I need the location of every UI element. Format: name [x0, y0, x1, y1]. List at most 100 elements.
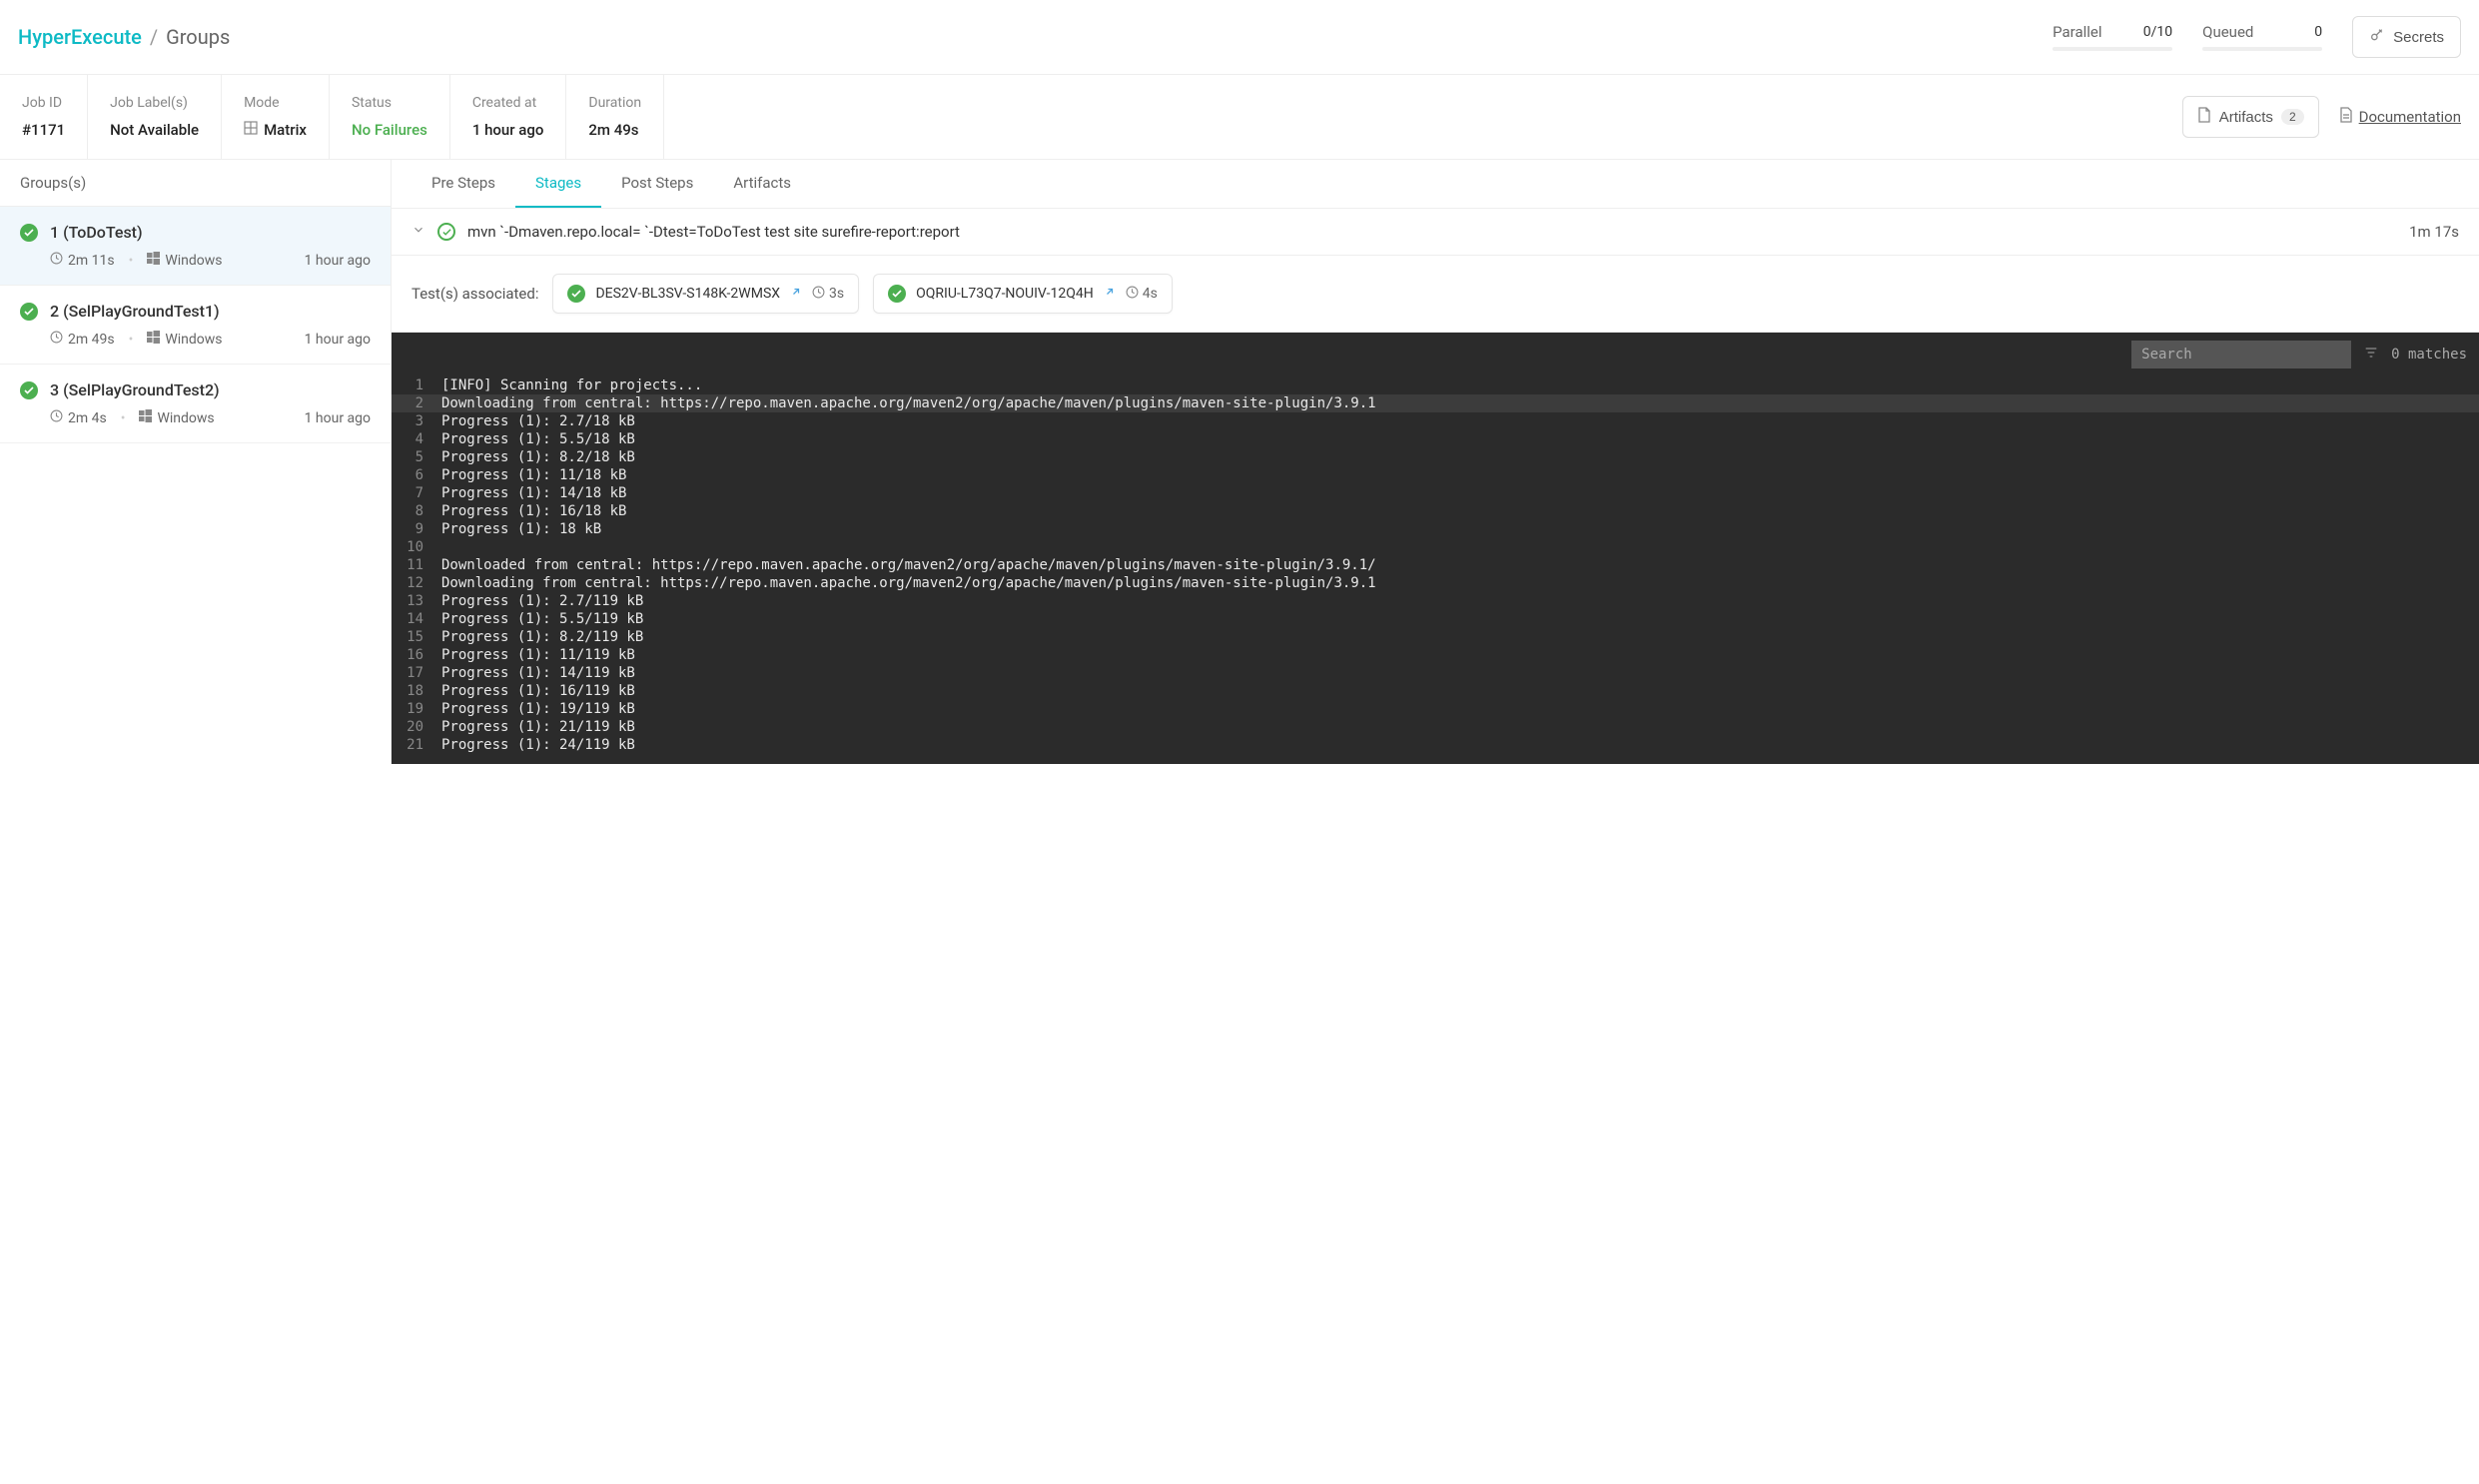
line-number: 19 [392, 701, 441, 717]
clock-icon [812, 286, 825, 303]
line-number: 10 [392, 539, 441, 555]
chevron-down-icon[interactable] [412, 223, 425, 241]
line-number: 3 [392, 413, 441, 429]
filter-icon[interactable] [2363, 345, 2379, 365]
console-line[interactable]: 11Downloaded from central: https://repo.… [392, 556, 2479, 574]
stage-row[interactable]: mvn `-Dmaven.repo.local= `-Dtest=ToDoTes… [392, 209, 2479, 256]
stage-command: mvn `-Dmaven.repo.local= `-Dtest=ToDoTes… [467, 223, 960, 241]
separator-dot: • [129, 253, 134, 269]
line-number: 1 [392, 377, 441, 393]
status-value: No Failures [352, 121, 427, 139]
console-line[interactable]: 8Progress (1): 16/18 kB [392, 502, 2479, 520]
check-outline-icon [437, 223, 455, 241]
file-icon [2197, 107, 2211, 127]
test-chip-1[interactable]: DES2V-BL3SV-S148K-2WMSX 3s [552, 274, 859, 314]
line-text: Progress (1): 16/18 kB [441, 503, 626, 519]
test-id: DES2V-BL3SV-S148K-2WMSX [595, 286, 780, 302]
tab-pre-steps[interactable]: Pre Steps [412, 160, 515, 208]
console-line[interactable]: 1[INFO] Scanning for projects... [392, 376, 2479, 394]
match-count: 0 matches [2391, 347, 2467, 363]
line-text: Progress (1): 11/119 kB [441, 647, 635, 663]
console-line[interactable]: 10 [392, 538, 2479, 556]
group-os: Windows [147, 252, 222, 269]
line-text: Progress (1): 11/18 kB [441, 467, 626, 483]
line-text: Progress (1): 2.7/119 kB [441, 593, 643, 609]
line-text: Progress (1): 16/119 kB [441, 683, 635, 699]
stage-duration: 1m 17s [2409, 223, 2459, 241]
line-number: 9 [392, 521, 441, 537]
job-labels-cell: Job Label(s) Not Available [88, 75, 222, 159]
mode-label: Mode [244, 95, 307, 111]
console-line[interactable]: 5Progress (1): 8.2/18 kB [392, 448, 2479, 466]
group-item-1[interactable]: 1 (ToDoTest) 2m 11s • Windows 1 hour ago [0, 207, 391, 286]
tests-row: Test(s) associated: DES2V-BL3SV-S148K-2W… [392, 256, 2479, 333]
queued-stat: Queued 0 [2202, 23, 2322, 51]
breadcrumb-current: Groups [166, 25, 230, 49]
status-cell: Status No Failures [330, 75, 450, 159]
mode-cell: Mode Matrix [222, 75, 330, 159]
secrets-button[interactable]: Secrets [2352, 16, 2461, 58]
line-text: Progress (1): 24/119 kB [441, 737, 635, 753]
tab-stages[interactable]: Stages [515, 160, 601, 208]
console-lines[interactable]: 1[INFO] Scanning for projects...2Downloa… [392, 376, 2479, 764]
line-text: [INFO] Scanning for projects... [441, 377, 702, 393]
secrets-label: Secrets [2393, 29, 2444, 46]
test-chip-2[interactable]: OQRIU-L73Q7-NOUIV-12Q4H 4s [873, 274, 1173, 314]
queued-value: 0 [2314, 24, 2322, 40]
line-number: 12 [392, 575, 441, 591]
group-item-3[interactable]: 3 (SelPlayGroundTest2) 2m 4s • Windows 1… [0, 365, 391, 443]
line-text: Downloading from central: https://repo.m… [441, 395, 1376, 411]
console-line[interactable]: 6Progress (1): 11/18 kB [392, 466, 2479, 484]
queued-bar [2202, 47, 2322, 51]
console-search-input[interactable] [2131, 341, 2351, 369]
console-line[interactable]: 18Progress (1): 16/119 kB [392, 682, 2479, 700]
console-line[interactable]: 13Progress (1): 2.7/119 kB [392, 592, 2479, 610]
tab-post-steps[interactable]: Post Steps [601, 160, 713, 208]
mode-value: Matrix [244, 121, 307, 139]
breadcrumb-sep: / [150, 25, 158, 49]
tests-label: Test(s) associated: [412, 285, 538, 303]
windows-icon [139, 409, 152, 426]
tab-artifacts[interactable]: Artifacts [713, 160, 811, 208]
console-line[interactable]: 21Progress (1): 24/119 kB [392, 736, 2479, 754]
separator-dot: • [121, 410, 126, 426]
external-link-icon[interactable] [1104, 286, 1116, 302]
matrix-icon [244, 121, 258, 139]
console-line[interactable]: 2Downloading from central: https://repo.… [392, 394, 2479, 412]
line-text: Progress (1): 2.7/18 kB [441, 413, 635, 429]
group-time: 1 hour ago [305, 410, 371, 426]
console-line[interactable]: 16Progress (1): 11/119 kB [392, 646, 2479, 664]
windows-icon [147, 331, 160, 348]
console-line[interactable]: 20Progress (1): 21/119 kB [392, 718, 2479, 736]
created-at-label: Created at [472, 95, 544, 111]
console: 0 matches 1[INFO] Scanning for projects.… [392, 333, 2479, 764]
line-text: Progress (1): 8.2/18 kB [441, 449, 635, 465]
console-line[interactable]: 7Progress (1): 14/18 kB [392, 484, 2479, 502]
job-labels-label: Job Label(s) [110, 95, 199, 111]
line-text: Progress (1): 18 kB [441, 521, 601, 537]
line-text: Progress (1): 19/119 kB [441, 701, 635, 717]
parallel-label: Parallel [2053, 23, 2101, 41]
console-line[interactable]: 15Progress (1): 8.2/119 kB [392, 628, 2479, 646]
documentation-link[interactable]: Documentation [2339, 107, 2461, 127]
group-item-2[interactable]: 2 (SelPlayGroundTest1) 2m 49s • Windows … [0, 286, 391, 365]
breadcrumb-root[interactable]: HyperExecute [18, 25, 142, 49]
console-line[interactable]: 17Progress (1): 14/119 kB [392, 664, 2479, 682]
line-number: 20 [392, 719, 441, 735]
artifacts-button[interactable]: Artifacts 2 [2182, 96, 2319, 138]
test-id: OQRIU-L73Q7-NOUIV-12Q4H [916, 286, 1094, 302]
console-line[interactable]: 9Progress (1): 18 kB [392, 520, 2479, 538]
line-number: 8 [392, 503, 441, 519]
console-line[interactable]: 14Progress (1): 5.5/119 kB [392, 610, 2479, 628]
line-number: 13 [392, 593, 441, 609]
external-link-icon[interactable] [790, 286, 802, 302]
duration-value: 2m 49s [588, 121, 641, 139]
group-time: 1 hour ago [305, 253, 371, 269]
line-number: 6 [392, 467, 441, 483]
console-line[interactable]: 3Progress (1): 2.7/18 kB [392, 412, 2479, 430]
console-line[interactable]: 4Progress (1): 5.5/18 kB [392, 430, 2479, 448]
queued-label: Queued [2202, 23, 2253, 41]
console-line[interactable]: 12Downloading from central: https://repo… [392, 574, 2479, 592]
check-icon [20, 381, 38, 399]
console-line[interactable]: 19Progress (1): 19/119 kB [392, 700, 2479, 718]
